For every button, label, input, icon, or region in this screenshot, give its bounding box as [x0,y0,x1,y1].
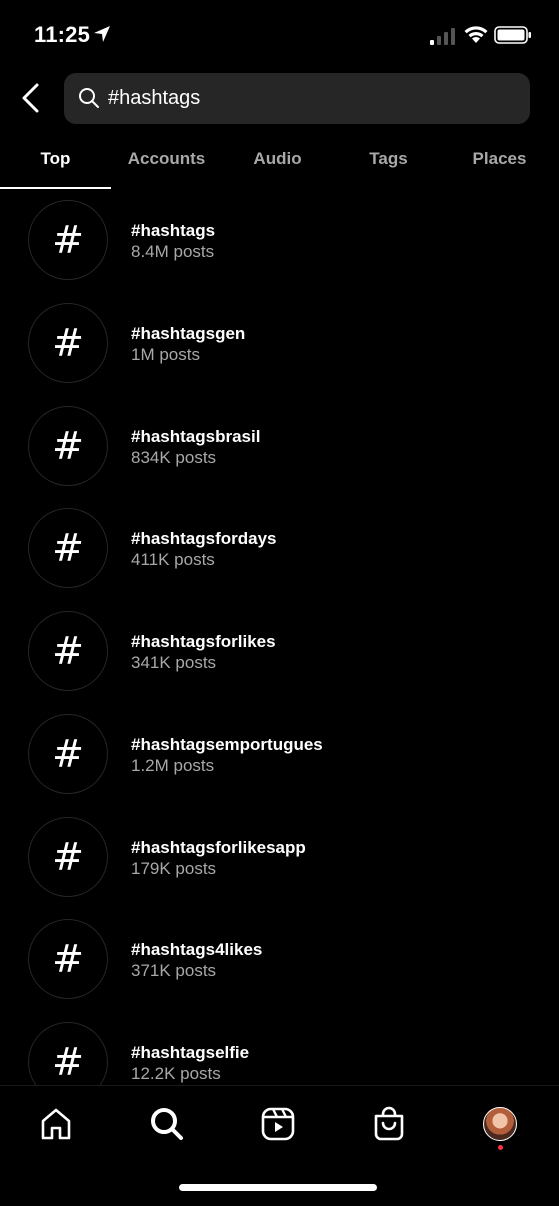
hashtag-icon: # [28,919,108,999]
shop-icon [374,1106,404,1141]
post-count: 12.2K posts [131,1064,221,1083]
post-count: 8.4M posts [131,242,215,261]
nav-search[interactable] [147,1104,187,1144]
tab-places[interactable]: Places [444,130,555,188]
search-field[interactable] [64,73,530,124]
hashtag-name: #hashtags [131,221,216,240]
cellular-signal-icon [430,28,455,45]
hashtag-result-row[interactable]: # #hashtags 8.4M posts [0,190,559,293]
hashtag-result-row[interactable]: # #hashtagsforlikesapp 179K posts [0,807,559,910]
hashtag-icon: # [28,817,108,897]
post-count: 411K posts [131,550,215,569]
nav-profile[interactable] [480,1104,520,1144]
search-tabs: Top Accounts Audio Tags Places [0,130,559,190]
hashtag-icon: # [28,1022,108,1085]
notification-dot [498,1145,503,1150]
reels-icon [261,1107,295,1141]
hashtag-icon: # [28,611,108,691]
tab-top[interactable]: Top [0,130,111,188]
status-bar: 11:25 [0,0,559,70]
search-icon [79,88,99,108]
hashtag-result-row[interactable]: # #hashtagselfie 12.2K posts [0,1012,559,1085]
home-indicator [179,1184,377,1191]
nav-reels[interactable] [258,1104,298,1144]
hashtag-result-row[interactable]: # #hashtags4likes 371K posts [0,909,559,1012]
battery-icon [494,26,531,44]
hashtag-name: #hashtagsfordays [131,529,277,548]
location-arrow-icon [94,26,110,42]
hashtag-name: #hashtagsbrasil [131,427,261,446]
wifi-icon [464,26,488,43]
post-count: 341K posts [131,653,217,672]
tab-accounts[interactable]: Accounts [111,130,222,188]
nav-home[interactable] [36,1104,76,1144]
hashtag-name: #hashtagsforlikes [131,632,276,651]
tab-tags[interactable]: Tags [333,130,444,188]
search-icon [151,1108,183,1140]
status-time: 11:25 [34,22,91,47]
hashtag-result-row[interactable]: # #hashtagsfordays 411K posts [0,498,559,601]
hashtag-result-row[interactable]: # #hashtagsgen 1M posts [0,293,559,396]
hashtag-icon: # [28,714,108,794]
home-icon [41,1108,71,1140]
hashtag-icon: # [28,303,108,383]
hashtag-name: #hashtagselfie [131,1043,250,1062]
search-input[interactable] [108,73,508,124]
hashtag-result-row[interactable]: # #hashtagsforlikes 341K posts [0,601,559,704]
hashtag-name: #hashtags4likes [131,940,263,959]
hashtag-result-row[interactable]: # #hashtagsbrasil 834K posts [0,396,559,499]
post-count: 834K posts [131,448,217,467]
hashtag-result-row[interactable]: # #hashtagsemportugues 1.2M posts [0,704,559,807]
hashtag-icon: # [28,406,108,486]
profile-avatar [483,1107,517,1141]
active-tab-indicator [0,187,111,189]
hashtag-icon: # [28,508,108,588]
hashtag-name: #hashtagsemportugues [131,735,323,754]
post-count: 1.2M posts [131,756,215,775]
post-count: 179K posts [131,859,217,878]
post-count: 1M posts [131,345,200,364]
nav-shop[interactable] [369,1104,409,1144]
search-screen: 11:25 Top Acco [0,0,559,1206]
results-list: # #hashtags 8.4M posts # #hashtagsgen 1M… [0,190,559,1085]
hashtag-name: #hashtagsforlikesapp [131,838,306,857]
hashtag-icon: # [28,200,108,280]
post-count: 371K posts [131,961,217,980]
back-chevron-icon[interactable] [18,82,46,114]
hashtag-name: #hashtagsgen [131,324,246,343]
tab-audio[interactable]: Audio [222,130,333,188]
